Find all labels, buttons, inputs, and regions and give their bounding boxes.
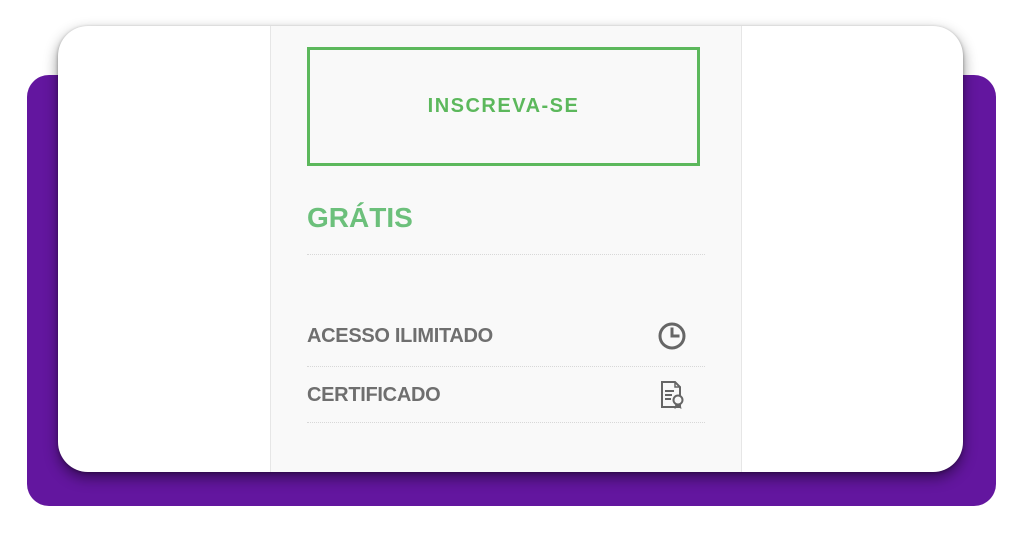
- feature-label: CERTIFICADO: [307, 383, 441, 406]
- course-card: INSCREVA-SE GRÁTIS ACESSO ILIMITADO CERT…: [58, 26, 963, 472]
- feature-divider: [307, 366, 705, 367]
- enrollment-panel: INSCREVA-SE GRÁTIS ACESSO ILIMITADO CERT…: [270, 26, 742, 472]
- feature-unlimited-access: ACESSO ILIMITADO: [307, 318, 705, 354]
- subscribe-button[interactable]: INSCREVA-SE: [307, 47, 700, 166]
- feature-certificate: CERTIFICADO: [307, 377, 705, 413]
- clock-icon: [655, 319, 689, 353]
- certificate-icon: [655, 378, 689, 412]
- price-label: GRÁTIS: [307, 202, 413, 233]
- price-divider: [307, 254, 705, 255]
- feature-divider: [307, 422, 705, 423]
- feature-label: ACESSO ILIMITADO: [307, 324, 493, 347]
